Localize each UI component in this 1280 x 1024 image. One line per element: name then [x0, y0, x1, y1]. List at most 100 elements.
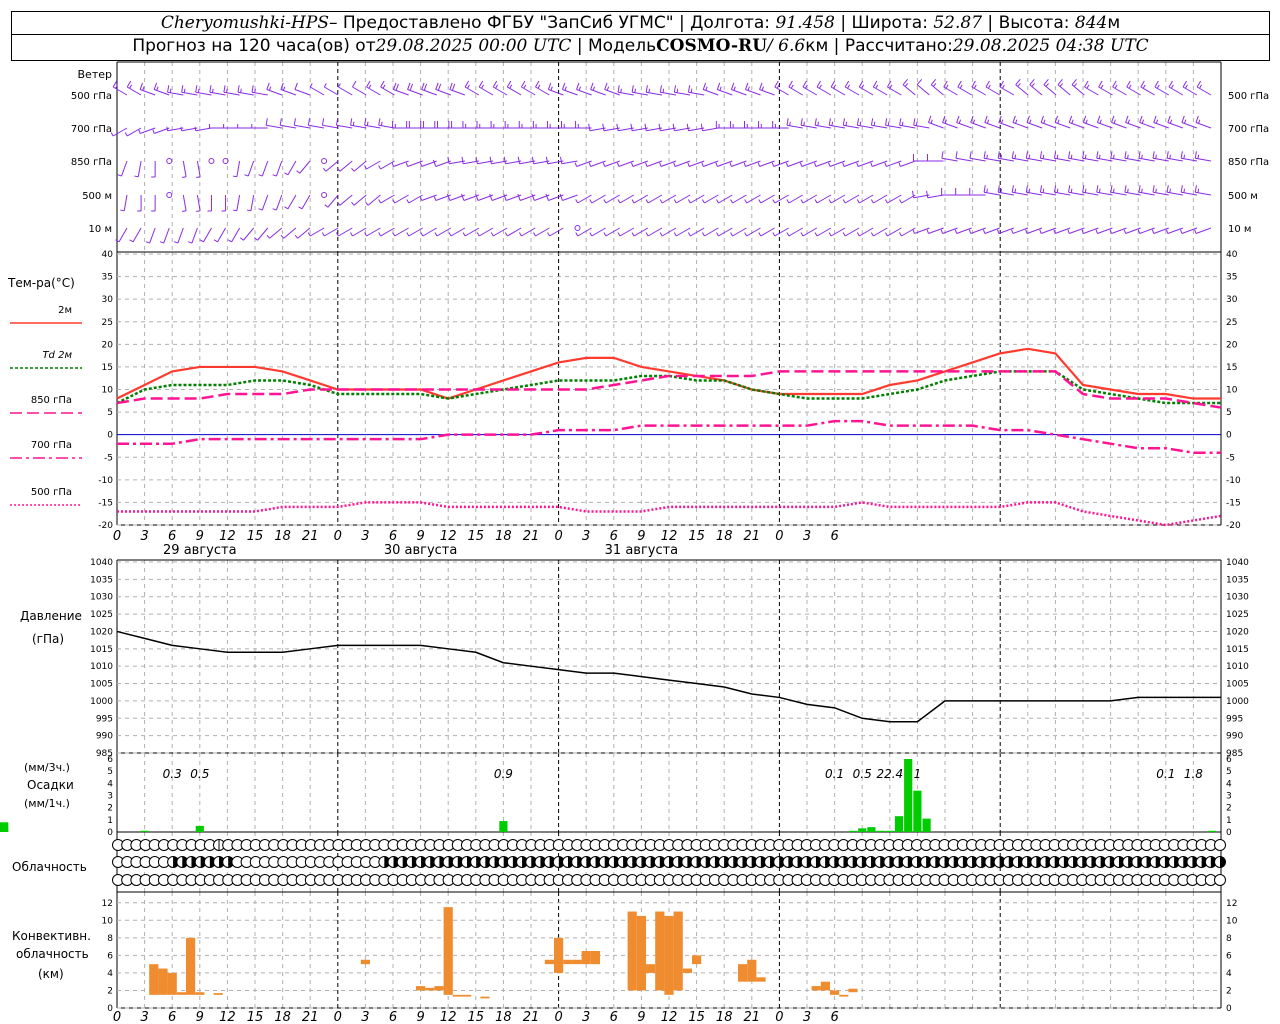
convective-cloud-chart	[149, 907, 858, 999]
barb-half-flag	[391, 162, 394, 167]
convective-bar	[416, 986, 426, 991]
wind-barb	[208, 158, 215, 164]
barb-half-flag	[701, 162, 704, 167]
barb-flag	[181, 85, 184, 93]
wind-barb	[337, 160, 353, 172]
barb-flag	[1195, 115, 1199, 123]
convective-bar	[627, 911, 637, 991]
barb-half-flag	[1128, 84, 1132, 89]
barb-half-flag	[124, 132, 128, 137]
barb-flag	[1011, 185, 1014, 193]
hour-tick-label: 15	[688, 1010, 705, 1024]
barb-shaft	[336, 124, 353, 129]
barb-half-flag	[958, 119, 962, 124]
barb-shaft	[941, 157, 958, 162]
wind-barb	[1182, 80, 1198, 96]
barb-flag	[478, 80, 484, 88]
barb-shaft	[577, 194, 592, 204]
barb-half-flag	[617, 232, 621, 237]
hour-tick-label: 18	[716, 529, 733, 544]
wind-barb	[1025, 185, 1043, 196]
barb-half-flag	[420, 232, 424, 237]
barb-half-flag	[145, 241, 150, 244]
barb-half-flag	[589, 199, 593, 204]
wind-barb	[448, 227, 466, 237]
precip-total-label: 0.1	[825, 767, 844, 781]
wind-barb	[885, 118, 902, 129]
barb-half-flag	[575, 232, 579, 237]
wind-barb	[280, 227, 297, 239]
wind-barb	[645, 194, 663, 204]
barb-half-flag	[800, 232, 804, 237]
wind-barb	[1068, 115, 1085, 129]
barb-flag	[517, 156, 520, 164]
barb-flag	[802, 80, 807, 88]
precip-total-label: 0.5	[853, 767, 872, 781]
barb-flag	[167, 85, 170, 93]
barb-shaft	[690, 227, 705, 237]
wind-barb	[870, 227, 888, 237]
barb-flag	[506, 80, 512, 88]
wind-barb	[323, 83, 339, 96]
wind-barb	[898, 160, 916, 167]
barb-flag	[1053, 151, 1057, 159]
barb-half-flag	[856, 232, 860, 237]
barb-shaft	[916, 84, 930, 96]
precip-bar	[922, 818, 931, 832]
barb-half-flag	[603, 199, 607, 204]
day-label: 31 августа	[605, 543, 679, 558]
barb-flag	[195, 85, 198, 93]
wind-barb	[309, 83, 325, 96]
barb-shaft	[243, 227, 255, 241]
barb-half-flag	[602, 162, 606, 167]
wind-barb	[1166, 185, 1183, 196]
pressure-ytick-left: 1010	[90, 662, 113, 672]
wind-barb	[1112, 80, 1127, 96]
barb-half-flag	[1127, 119, 1130, 124]
barb-half-flag	[406, 199, 410, 204]
barb-flag	[421, 82, 425, 90]
barb-flag	[644, 123, 647, 131]
wind-barb	[244, 160, 255, 177]
precip-total-label: 0.5	[190, 767, 209, 781]
wind-barb	[1011, 151, 1029, 162]
barb-shaft	[647, 194, 663, 204]
cloud-circle	[1214, 874, 1226, 886]
hour-tick-label: 12	[661, 1010, 678, 1024]
wind-barb	[701, 227, 719, 237]
wind-barb	[393, 82, 409, 96]
conv-ytick-right: 8	[1226, 934, 1232, 944]
barb-half-flag	[1155, 188, 1157, 193]
wind-level-label-left: 700 гПа	[71, 124, 112, 135]
precip-bar	[499, 821, 508, 832]
pressure-ytick-left: 1015	[90, 645, 113, 655]
wind-barb	[476, 227, 494, 237]
lon-label: Долгота:	[690, 13, 771, 33]
model-name: COSMO-RU	[656, 36, 768, 56]
hour-tick-label: 12	[661, 529, 678, 544]
barb-half-flag	[870, 162, 873, 167]
barb-half-flag	[645, 199, 649, 204]
barb-shaft	[717, 89, 733, 96]
wind-barb	[902, 79, 916, 96]
barb-flag	[816, 80, 821, 88]
wind-barbs	[110, 79, 1212, 244]
barb-half-flag	[884, 199, 888, 204]
barb-shaft	[464, 227, 480, 237]
wind-level-label-left: 10 м	[89, 224, 112, 235]
wind-barb	[272, 160, 283, 177]
wind-barb	[1152, 185, 1169, 196]
wind-barb	[590, 82, 606, 96]
wind-barb	[884, 227, 902, 237]
barb-half-flag	[129, 84, 133, 89]
barb-shaft	[478, 227, 494, 237]
barb-shaft	[1181, 122, 1198, 129]
barb-half-flag	[272, 174, 277, 177]
barb-flag	[1154, 80, 1159, 88]
wind-barb	[478, 80, 494, 96]
barb-half-flag	[547, 232, 550, 237]
barb-half-flag	[575, 199, 579, 204]
wind-barb	[985, 80, 1001, 96]
barb-half-flag	[246, 209, 252, 212]
barb-flag	[1112, 80, 1117, 88]
